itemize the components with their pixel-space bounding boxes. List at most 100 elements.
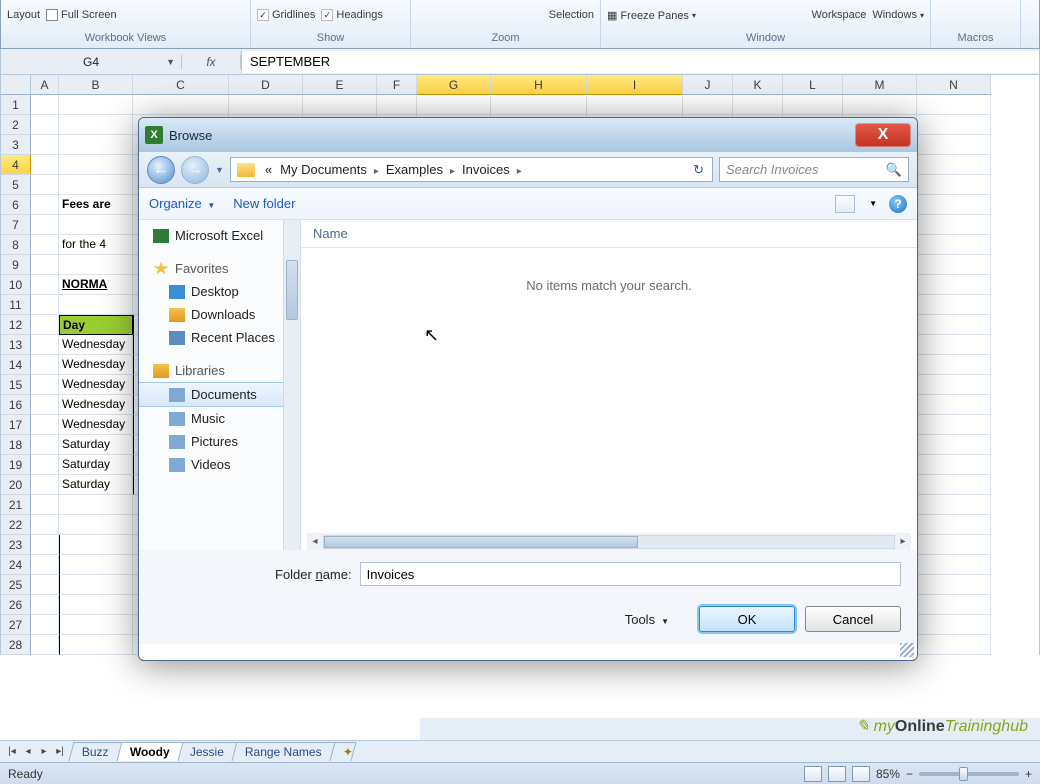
tab-nav-first-icon[interactable]: |◂ — [4, 746, 20, 757]
row-header-23[interactable]: 23 — [1, 535, 31, 555]
view-layout-button[interactable] — [828, 766, 846, 782]
cell-L1[interactable] — [783, 95, 843, 115]
row-header-15[interactable]: 15 — [1, 375, 31, 395]
cell-B4[interactable] — [59, 155, 133, 175]
resize-grip[interactable] — [900, 643, 914, 657]
cell-D1[interactable] — [229, 95, 303, 115]
cell-N4[interactable] — [917, 155, 991, 175]
cell-A13[interactable] — [31, 335, 59, 355]
cell-F1[interactable] — [377, 95, 417, 115]
breadcrumb-my-documents[interactable]: My Documents — [276, 162, 371, 177]
cell-A16[interactable] — [31, 395, 59, 415]
nav-downloads[interactable]: Downloads — [139, 303, 300, 326]
sheet-tab-range-names[interactable]: Range Names — [232, 742, 336, 761]
cell-A9[interactable] — [31, 255, 59, 275]
cell-N28[interactable] — [917, 635, 991, 655]
col-header-F[interactable]: F — [377, 75, 417, 95]
formula-input[interactable]: SEPTEMBER — [241, 51, 1039, 73]
view-mode-button[interactable] — [835, 195, 855, 213]
cell-N1[interactable] — [917, 95, 991, 115]
cell-N12[interactable] — [917, 315, 991, 335]
col-header-K[interactable]: K — [733, 75, 783, 95]
cell-A17[interactable] — [31, 415, 59, 435]
hscroll-right-icon[interactable]: ▸ — [895, 536, 911, 547]
cell-N13[interactable] — [917, 335, 991, 355]
cell-A28[interactable] — [31, 635, 59, 655]
cell-N8[interactable] — [917, 235, 991, 255]
cell-N21[interactable] — [917, 495, 991, 515]
col-header-N[interactable]: N — [917, 75, 991, 95]
cell-B18[interactable]: Saturday — [59, 435, 133, 455]
help-button[interactable]: ? — [889, 195, 907, 213]
ok-button[interactable]: OK — [699, 606, 795, 632]
cell-C1[interactable] — [133, 95, 229, 115]
cell-A23[interactable] — [31, 535, 59, 555]
close-button[interactable]: X — [855, 123, 911, 147]
cell-A21[interactable] — [31, 495, 59, 515]
nav-recent-places[interactable]: Recent Places — [139, 326, 300, 349]
cell-A6[interactable] — [31, 195, 59, 215]
cell-A25[interactable] — [31, 575, 59, 595]
col-header-M[interactable]: M — [843, 75, 917, 95]
row-header-17[interactable]: 17 — [1, 415, 31, 435]
cell-N20[interactable] — [917, 475, 991, 495]
cell-A26[interactable] — [31, 595, 59, 615]
row-header-16[interactable]: 16 — [1, 395, 31, 415]
row-header-26[interactable]: 26 — [1, 595, 31, 615]
cell-A27[interactable] — [31, 615, 59, 635]
cell-N7[interactable] — [917, 215, 991, 235]
cell-N5[interactable] — [917, 175, 991, 195]
row-header-4[interactable]: 4 — [1, 155, 31, 175]
cell-N11[interactable] — [917, 295, 991, 315]
cell-A5[interactable] — [31, 175, 59, 195]
col-header-G[interactable]: G — [417, 75, 491, 95]
cell-B22[interactable] — [59, 515, 133, 535]
cell-A3[interactable] — [31, 135, 59, 155]
cell-B9[interactable] — [59, 255, 133, 275]
cell-N19[interactable] — [917, 455, 991, 475]
cell-A4[interactable] — [31, 155, 59, 175]
cell-N15[interactable] — [917, 375, 991, 395]
ribbon-layout[interactable]: Layout — [7, 9, 40, 21]
view-normal-button[interactable] — [804, 766, 822, 782]
row-header-13[interactable]: 13 — [1, 335, 31, 355]
col-header-I[interactable]: I — [587, 75, 683, 95]
cell-N16[interactable] — [917, 395, 991, 415]
cell-G1[interactable] — [417, 95, 491, 115]
organize-button[interactable]: Organize ▼ — [149, 196, 215, 211]
cell-B13[interactable]: Wednesday — [59, 335, 133, 355]
chevron-right-icon[interactable]: ▸ — [447, 166, 458, 177]
row-header-25[interactable]: 25 — [1, 575, 31, 595]
cell-B15[interactable]: Wednesday — [59, 375, 133, 395]
chevron-right-icon[interactable]: ▸ — [371, 166, 382, 177]
zoom-in-button[interactable]: + — [1025, 767, 1032, 781]
breadcrumb-invoices[interactable]: Invoices — [458, 162, 514, 177]
cell-B3[interactable] — [59, 135, 133, 155]
cell-A19[interactable] — [31, 455, 59, 475]
view-pagebreak-button[interactable] — [852, 766, 870, 782]
cell-N10[interactable] — [917, 275, 991, 295]
back-button[interactable]: ← — [147, 156, 175, 184]
cell-N22[interactable] — [917, 515, 991, 535]
cell-B8[interactable]: for the 4 — [59, 235, 133, 255]
cell-N3[interactable] — [917, 135, 991, 155]
nav-music[interactable]: Music — [139, 407, 300, 430]
ribbon-full-screen[interactable]: Full Screen — [46, 9, 117, 21]
tab-nav-last-icon[interactable]: ▸| — [52, 746, 68, 757]
cell-B20[interactable]: Saturday — [59, 475, 133, 495]
cell-E1[interactable] — [303, 95, 377, 115]
cell-M1[interactable] — [843, 95, 917, 115]
cell-A20[interactable] — [31, 475, 59, 495]
cell-B2[interactable] — [59, 115, 133, 135]
row-header-12[interactable]: 12 — [1, 315, 31, 335]
nav-history-dropdown-icon[interactable]: ▼ — [215, 165, 224, 175]
breadcrumb-prefix[interactable]: « — [261, 162, 276, 177]
row-header-24[interactable]: 24 — [1, 555, 31, 575]
cell-A2[interactable] — [31, 115, 59, 135]
col-header-E[interactable]: E — [303, 75, 377, 95]
nav-videos[interactable]: Videos — [139, 453, 300, 476]
tab-nav-prev-icon[interactable]: ◂ — [20, 746, 36, 757]
row-header-11[interactable]: 11 — [1, 295, 31, 315]
cell-N6[interactable] — [917, 195, 991, 215]
row-header-5[interactable]: 5 — [1, 175, 31, 195]
